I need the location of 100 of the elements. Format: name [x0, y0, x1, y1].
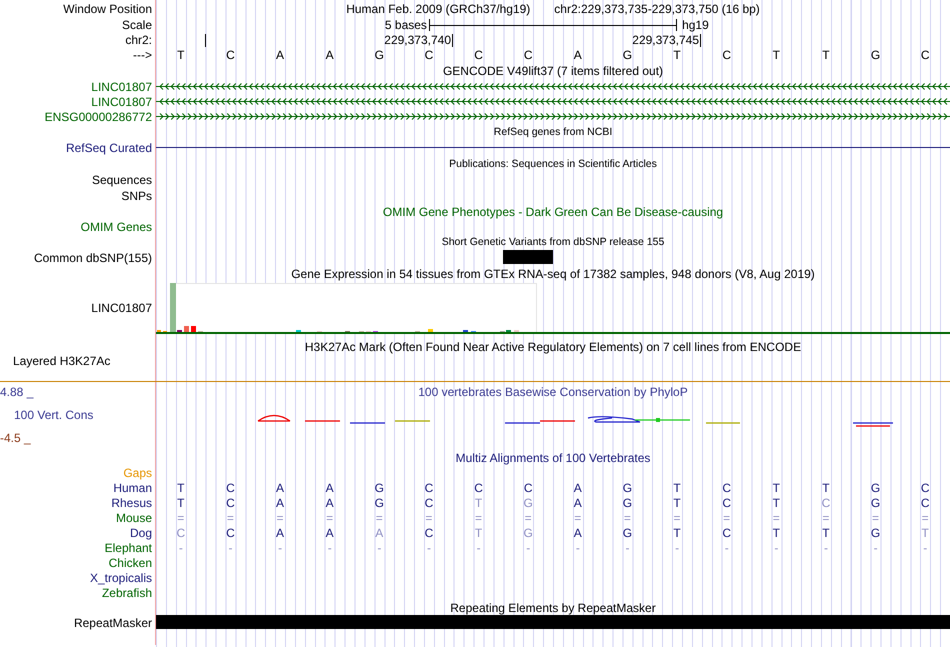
alignment-base: T	[772, 480, 780, 494]
track-title: Repeating Elements by RepeatMasker	[450, 601, 656, 615]
ruler-tick	[452, 34, 453, 47]
alignment-base: C	[424, 496, 434, 510]
track-title: RefSeq genes from NCBI	[494, 125, 612, 139]
alignment-base: C	[424, 526, 434, 540]
alignment-base: C	[226, 526, 235, 540]
alignment-base: T	[772, 496, 780, 510]
alignment-base: G	[622, 526, 632, 540]
base-letter: C	[424, 48, 434, 62]
alignment-base: G	[374, 480, 384, 494]
alignment-base: -	[774, 540, 778, 554]
alignment-base: =	[922, 510, 929, 524]
track-label[interactable]: LINC01807	[91, 80, 155, 94]
alignment-base: A	[326, 526, 334, 540]
track-label: Scale	[122, 18, 153, 32]
alignment-base: -	[426, 540, 431, 554]
alignment-base: G	[622, 480, 632, 494]
alignment-base: C	[722, 496, 732, 510]
alignment-base: T	[772, 526, 780, 540]
track-label: LINC01807	[91, 301, 153, 315]
track-label[interactable]: LINC01807	[91, 94, 155, 108]
ruler-tick	[700, 34, 701, 47]
alignment-base: =	[276, 510, 284, 524]
alignment-base: A	[276, 496, 284, 510]
alignment-base: C	[722, 526, 732, 540]
track-label: X_tropicalis	[90, 570, 153, 584]
alignment-base: T	[822, 480, 830, 494]
track-title: Short Genetic Variants from dbSNP release 155	[442, 235, 664, 249]
track-label: RefSeq Curated	[66, 141, 153, 155]
alignment-base: =	[524, 510, 532, 524]
base-letter: C	[722, 48, 732, 62]
alignment-base: C	[722, 480, 732, 494]
alignment-base: G	[524, 496, 533, 510]
alignment-base: T	[474, 496, 482, 510]
base-letter: G	[374, 48, 384, 62]
alignment-base: T	[177, 496, 184, 510]
alignment-base: G	[622, 496, 632, 510]
track-label: --->	[133, 48, 153, 62]
base-letter: T	[822, 48, 830, 62]
alignment-base: G	[524, 526, 533, 540]
track-title: Gene Expression in 54 tissues from GTEx RNA-seq of 17382 samples, 948 donors (V8, Aug 2019)	[291, 267, 815, 281]
track-title: Multiz Alignments of 100 Vertebrates	[456, 451, 650, 465]
alignment-base: =	[674, 510, 681, 524]
alignment-base: T	[922, 526, 929, 540]
base-letter: A	[276, 48, 284, 62]
track-label: OMIM Genes	[80, 220, 153, 234]
alignment-base: =	[177, 510, 184, 524]
base-letter: C	[226, 48, 235, 62]
alignment-base: T	[474, 526, 482, 540]
alignment-base: =	[723, 510, 730, 524]
alignment-base: A	[276, 526, 284, 540]
alignment-base: T	[673, 526, 681, 540]
alignment-base: C	[474, 480, 483, 494]
base-letter: C	[524, 48, 533, 62]
alignment-base: =	[425, 510, 432, 524]
base-letter: T	[177, 48, 184, 62]
track-label: Rhesus	[111, 496, 153, 510]
track-label: chr2:	[125, 33, 153, 47]
alignment-base: -	[724, 540, 729, 554]
alignment-base: -	[278, 540, 282, 554]
alignment-base: G	[870, 526, 880, 540]
alignment-base: -	[228, 540, 232, 554]
track-label: Sequences	[92, 173, 153, 187]
alignment-base: C	[822, 496, 830, 510]
alignment-base: A	[326, 480, 334, 494]
track-label: Human	[113, 480, 153, 494]
base-letter: A	[574, 48, 582, 62]
alignment-base: T	[673, 480, 681, 494]
track-title: OMIM Gene Phenotypes - Dark Green Can Be Disease-causing	[382, 205, 724, 219]
track-label: Layered H3K27Ac	[12, 354, 112, 368]
alignment-base: C	[920, 496, 930, 510]
alignment-base: -	[625, 540, 630, 554]
ruler-label: 229,373,740	[384, 33, 451, 47]
base-letter: G	[870, 48, 880, 62]
base-letter: G	[622, 48, 632, 62]
alignment-base: C	[424, 480, 434, 494]
track-label: Gaps	[123, 466, 153, 480]
alignment-base: -	[178, 540, 183, 554]
base-letter: C	[474, 48, 483, 62]
track-title: Publications: Sequences in Scientific Articles	[449, 157, 657, 171]
alignment-base: =	[226, 510, 234, 524]
alignment-base: C	[176, 526, 186, 540]
track-title: 100 vertebrates Basewise Conservation by PhyloP	[417, 385, 689, 399]
alignment-base: C	[226, 496, 235, 510]
base-letter: T	[772, 48, 780, 62]
alignment-base: =	[872, 510, 880, 524]
alignment-base: -	[328, 540, 332, 554]
alignment-base: A	[574, 496, 582, 510]
base-letter: C	[920, 48, 930, 62]
alignment-base: -	[476, 540, 481, 554]
alignment-base: -	[576, 540, 580, 554]
alignment-base: =	[574, 510, 582, 524]
assembly-label: hg19	[681, 18, 710, 32]
alignment-base: =	[624, 510, 631, 524]
alignment-base: -	[526, 540, 530, 554]
track-label: Chicken	[108, 556, 153, 570]
track-label[interactable]: ENSG00000286772	[44, 110, 155, 124]
variant-block	[503, 250, 553, 264]
alignment-base: =	[326, 510, 334, 524]
